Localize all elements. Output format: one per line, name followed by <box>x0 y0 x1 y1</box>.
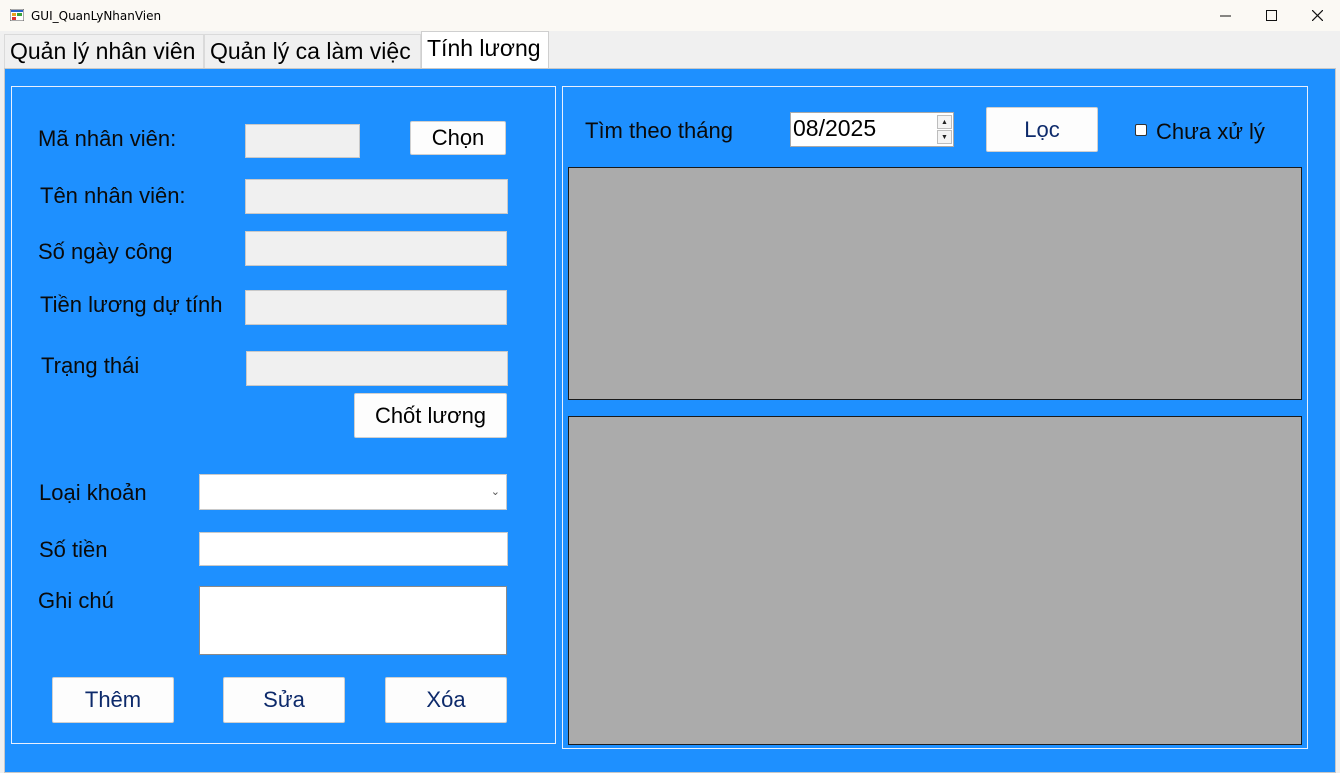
ghi-chu-label: Ghi chú <box>38 588 114 613</box>
so-ngay-cong-label: Số ngày công <box>38 239 173 264</box>
sua-button[interactable]: Sửa <box>223 677 345 723</box>
them-button[interactable]: Thêm <box>52 677 174 723</box>
so-ngay-cong-field[interactable] <box>245 231 507 266</box>
spin-up-icon[interactable]: ▲ <box>937 115 952 129</box>
app-icon <box>10 9 24 21</box>
loai-khoan-label: Loại khoản <box>39 480 147 505</box>
minimize-icon <box>1219 15 1231 17</box>
maximize-icon <box>1265 10 1277 21</box>
minimize-button[interactable] <box>1202 0 1248 31</box>
maximize-button[interactable] <box>1248 0 1294 31</box>
tim-theo-thang-label: Tìm theo tháng <box>585 118 733 143</box>
spin-down-icon[interactable]: ▼ <box>937 130 952 144</box>
so-tien-label: Số tiền <box>39 537 108 562</box>
tien-luong-du-tinh-label: Tiền lương dự tính <box>40 292 223 317</box>
tab-quan-ly-ca-lam-viec[interactable]: Quản lý ca làm việc <box>204 34 421 68</box>
trang-thai-field[interactable] <box>246 351 508 386</box>
chua-xu-ly-checkbox[interactable] <box>1135 124 1147 136</box>
xoa-button[interactable]: Xóa <box>385 677 507 723</box>
month-picker[interactable]: 08/2025 ▲ ▼ <box>790 112 954 147</box>
ten-nhan-vien-label: Tên nhân viên: <box>40 183 186 208</box>
ma-nhan-vien-label: Mã nhân viên: <box>38 126 177 151</box>
chua-xu-ly-label: Chưa xử lý <box>1156 119 1265 144</box>
month-value: 08/2025 <box>793 115 877 141</box>
close-icon <box>1311 10 1323 21</box>
title-bar: GUI_QuanLyNhanVien <box>0 0 1340 32</box>
chot-luong-button[interactable]: Chốt lương <box>354 393 507 438</box>
detail-data-grid[interactable] <box>568 416 1302 745</box>
tien-luong-du-tinh-field[interactable] <box>245 290 507 325</box>
salary-data-grid[interactable] <box>568 167 1302 400</box>
chon-button[interactable]: Chọn <box>410 121 506 155</box>
chevron-down-icon: ⌄ <box>490 486 500 498</box>
ma-nhan-vien-field[interactable] <box>245 124 360 158</box>
trang-thai-label: Trạng thái <box>41 353 140 378</box>
ghi-chu-textarea[interactable] <box>199 586 507 655</box>
loc-button[interactable]: Lọc <box>986 107 1098 152</box>
tab-tinh-luong[interactable]: Tính lương <box>421 31 549 68</box>
window-title: GUI_QuanLyNhanVien <box>31 9 162 23</box>
tab-quan-ly-nhan-vien[interactable]: Quản lý nhân viên <box>4 34 204 68</box>
close-button[interactable] <box>1294 0 1340 31</box>
ten-nhan-vien-field[interactable] <box>245 179 508 214</box>
loai-khoan-select[interactable]: ⌄ <box>199 474 507 510</box>
so-tien-field[interactable] <box>199 532 508 566</box>
